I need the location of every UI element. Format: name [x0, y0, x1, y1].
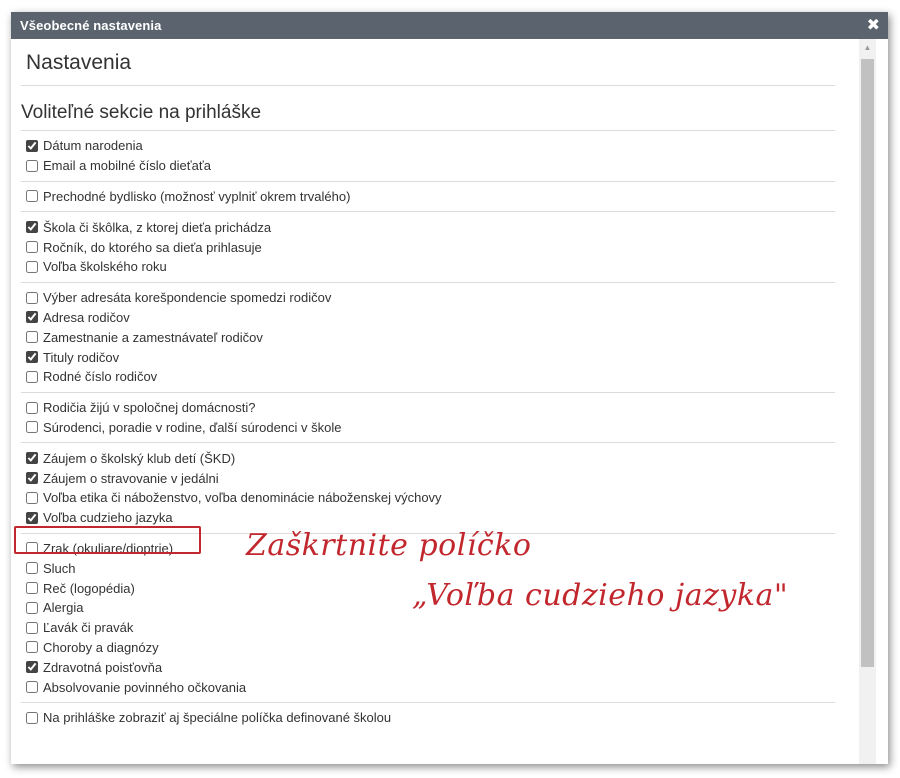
option-label: Záujem o školský klub detí (ŠKD)	[43, 450, 236, 466]
option-row[interactable]: Dátum narodenia	[26, 136, 835, 156]
option-label: Adresa rodičov	[43, 309, 130, 325]
option-label: Ľavák či pravák	[43, 620, 134, 636]
dialog-title: Všeobecné nastavenia	[20, 18, 162, 33]
option-label: Rodičia žijú v spoločnej domácnosti?	[43, 400, 256, 416]
option-row[interactable]: Email a mobilné číslo dieťaťa	[26, 156, 835, 176]
option-row[interactable]: Výber adresáta korešpondencie spomedzi r…	[26, 288, 835, 308]
option-group: Na prihláške zobraziť aj špeciálne políč…	[21, 701, 835, 733]
option-groups: Dátum narodenia Email a mobilné číslo die…	[21, 131, 835, 733]
close-icon[interactable]: ✖	[867, 17, 880, 34]
option-label: Choroby a diagnózy	[43, 639, 159, 655]
option-row[interactable]: Na prihláške zobraziť aj špeciálne políč…	[26, 708, 835, 728]
option-group: Výber adresáta korešpondencie spomedzi r…	[21, 281, 835, 392]
option-group: Dátum narodenia Email a mobilné číslo die…	[21, 131, 835, 181]
option-checkbox[interactable]	[26, 511, 38, 524]
option-row[interactable]: Absolvovanie povinného očkovania	[26, 677, 835, 697]
option-label: Škola či škôlka, z ktorej dieťa prichádz…	[43, 219, 272, 235]
option-label: Ročník, do ktorého sa dieťa prihlasuje	[43, 239, 262, 255]
option-label: Zdravotná poisťovňa	[43, 659, 163, 675]
option-label: Email a mobilné číslo dieťaťa	[43, 158, 211, 174]
option-label: Voľba cudzieho jazyka	[43, 510, 173, 526]
settings-dialog: Všeobecné nastavenia ✖ Nastavenia Volite…	[11, 12, 888, 764]
option-label: Sluch	[43, 560, 76, 576]
option-checkbox[interactable]	[26, 241, 38, 254]
option-row[interactable]: Prechodné bydlisko (možnosť vyplniť okre…	[26, 187, 835, 207]
option-label: Tituly rodičov	[43, 349, 120, 365]
option-checkbox[interactable]	[26, 260, 38, 273]
dialog-content: Nastavenia Voliteľné sekcie na prihláške…	[21, 39, 835, 764]
option-label: Reč (logopédia)	[43, 580, 135, 596]
option-group: Záujem o školský klub detí (ŠKD) Záujem o…	[21, 442, 835, 532]
option-row[interactable]: Súrodenci, poradie v rodine, ďalší súrod…	[26, 418, 835, 438]
annotation-line-2: „Voľba cudzieho jazyka"	[412, 578, 789, 613]
option-checkbox[interactable]	[26, 159, 38, 172]
option-label: Zamestnanie a zamestnávateľ rodičov	[43, 329, 263, 345]
option-checkbox[interactable]	[26, 331, 38, 344]
option-row[interactable]: Ročník, do ktorého sa dieťa prihlasuje	[26, 237, 835, 257]
option-checkbox[interactable]	[26, 621, 38, 634]
dialog-titlebar: Všeobecné nastavenia ✖	[11, 12, 888, 39]
option-checkbox[interactable]	[26, 641, 38, 654]
annotation-line-1: Zaškrtnite políčko	[246, 528, 532, 563]
vertical-scrollbar[interactable]: ▲	[859, 39, 876, 764]
option-checkbox[interactable]	[26, 452, 38, 465]
option-row[interactable]: Rodné číslo rodičov	[26, 367, 835, 387]
option-row[interactable]: Zdravotná poisťovňa	[26, 657, 835, 677]
scroll-thumb[interactable]	[861, 59, 874, 667]
option-checkbox[interactable]	[26, 291, 38, 304]
option-row[interactable]: Ľavák či pravák	[26, 618, 835, 638]
option-label: Voľba etika či náboženstvo, voľba denomi…	[43, 490, 442, 506]
option-checkbox[interactable]	[26, 351, 38, 364]
option-label: Voľba školského roku	[43, 259, 167, 275]
option-label: Súrodenci, poradie v rodine, ďalší súrod…	[43, 419, 342, 435]
option-row[interactable]: Záujem o školský klub detí (ŠKD)	[26, 448, 835, 468]
option-row[interactable]: Tituly rodičov	[26, 347, 835, 367]
option-row[interactable]: Voľba cudzieho jazyka	[26, 508, 835, 528]
option-checkbox[interactable]	[26, 311, 38, 324]
option-label: Výber adresáta korešpondencie spomedzi r…	[43, 290, 332, 306]
option-row[interactable]: Zamestnanie a zamestnávateľ rodičov	[26, 327, 835, 347]
option-checkbox[interactable]	[26, 401, 38, 414]
option-label: Dátum narodenia	[43, 138, 143, 154]
option-group: Prechodné bydlisko (možnosť vyplniť okre…	[21, 180, 835, 212]
option-checkbox[interactable]	[26, 562, 38, 575]
option-checkbox[interactable]	[26, 221, 38, 234]
option-checkbox[interactable]	[26, 601, 38, 614]
option-group: Škola či škôlka, z ktorej dieťa prichádz…	[21, 211, 835, 281]
option-label: Záujem o stravovanie v jedálni	[43, 470, 219, 486]
option-label: Alergia	[43, 600, 84, 616]
option-checkbox[interactable]	[26, 421, 38, 434]
option-checkbox[interactable]	[26, 472, 38, 485]
option-row[interactable]: Záujem o stravovanie v jedálni	[26, 468, 835, 488]
section-title: Voliteľné sekcie na prihláške	[21, 102, 262, 123]
option-label: Na prihláške zobraziť aj špeciálne políč…	[43, 710, 392, 726]
option-label: Absolvovanie povinného očkovania	[43, 679, 247, 695]
divider	[21, 85, 835, 86]
option-row[interactable]: Choroby a diagnózy	[26, 638, 835, 658]
option-checkbox[interactable]	[26, 370, 38, 383]
option-row[interactable]: Voľba školského roku	[26, 257, 835, 277]
option-checkbox[interactable]	[26, 661, 38, 674]
option-checkbox[interactable]	[26, 139, 38, 152]
page-title: Nastavenia	[26, 51, 132, 74]
highlight-box	[14, 526, 201, 554]
option-checkbox[interactable]	[26, 190, 38, 203]
option-checkbox[interactable]	[26, 582, 38, 595]
option-row[interactable]: Voľba etika či náboženstvo, voľba denomi…	[26, 488, 835, 508]
option-group: Rodičia žijú v spoločnej domácnosti? Súro…	[21, 391, 835, 443]
option-checkbox[interactable]	[26, 491, 38, 504]
option-checkbox[interactable]	[26, 711, 38, 724]
option-row[interactable]: Rodičia žijú v spoločnej domácnosti?	[26, 398, 835, 418]
scroll-up-icon[interactable]: ▲	[859, 39, 876, 56]
option-row[interactable]: Škola či škôlka, z ktorej dieťa prichádz…	[26, 217, 835, 237]
option-row[interactable]: Adresa rodičov	[26, 308, 835, 328]
option-label: Prechodné bydlisko (možnosť vyplniť okre…	[43, 188, 351, 204]
option-checkbox[interactable]	[26, 681, 38, 694]
option-label: Rodné číslo rodičov	[43, 369, 158, 385]
